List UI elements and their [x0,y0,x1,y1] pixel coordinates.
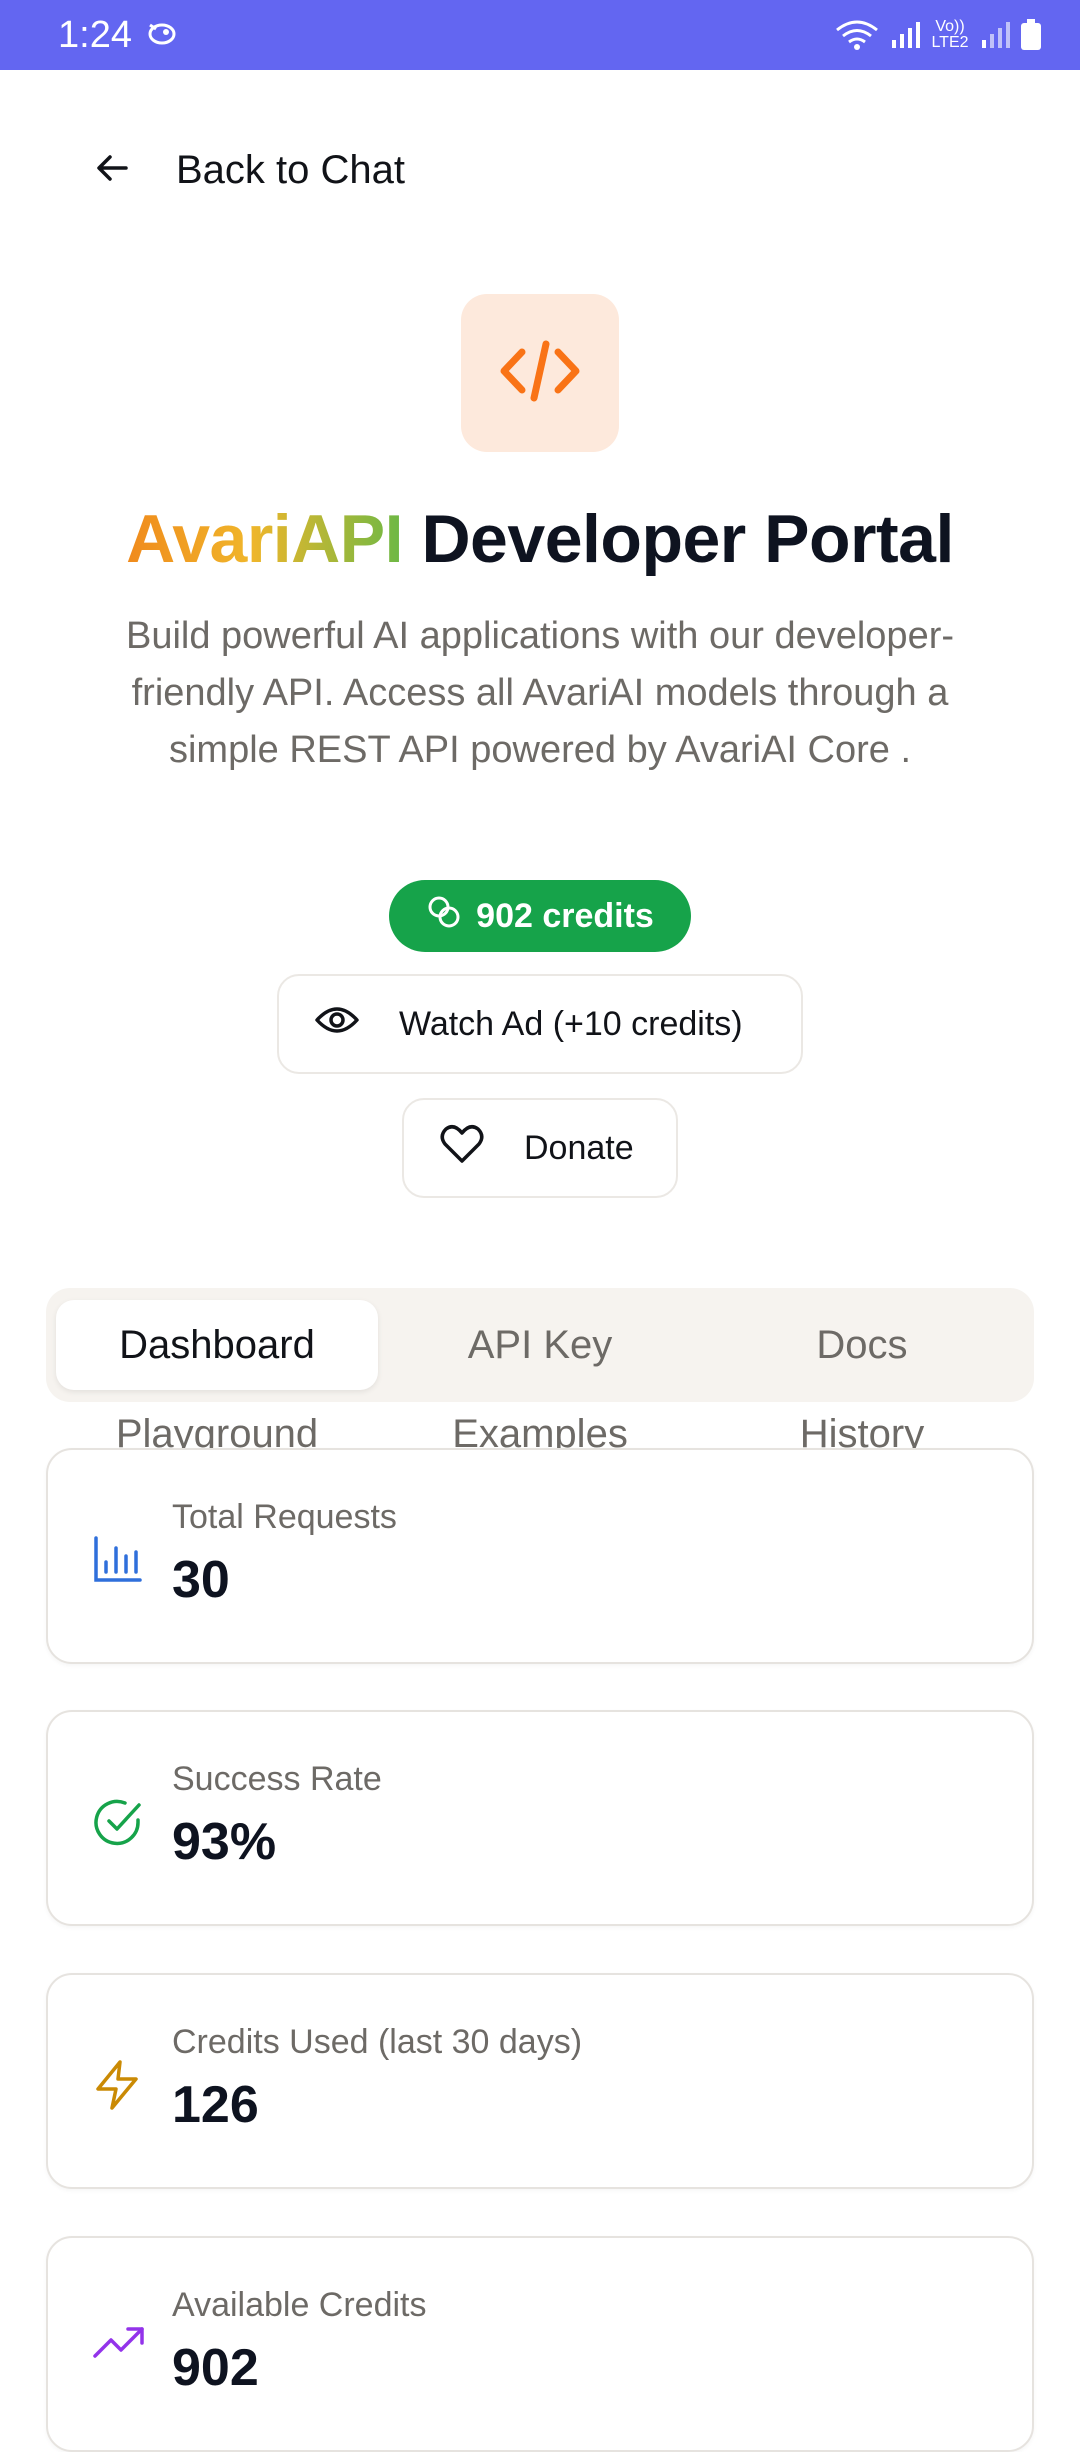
page-subtitle: Build powerful AI applications with our … [125,615,955,771]
coins-icon [426,894,462,939]
stat-card-success-rate: Success Rate 93% [46,1710,1034,1926]
lightning-icon [92,2059,142,2116]
stat-value: 93% [172,1813,277,1871]
credits-badge: 902 credits [389,880,691,952]
portal-tabs-row-2: Playground Examples History [46,1404,1034,1448]
stat-card-available-credits: Available Credits 902 [46,2236,1034,2452]
stat-label: Total Requests [172,1498,397,1536]
stat-value: 902 [172,2339,259,2397]
back-to-chat-button[interactable]: Back to Chat [92,140,405,200]
tab-playground[interactable]: Playground [56,1404,378,1448]
watch-ad-button[interactable]: Watch Ad (+10 credits) [277,974,803,1074]
stat-label: Credits Used (last 30 days) [172,2023,583,2061]
status-time: 1:24 [58,13,132,56]
signal-2-icon [980,20,1010,50]
trending-up-icon [92,2322,146,2367]
lte-label: Vo)) LTE2 [931,18,969,51]
notification-icon [144,14,180,57]
page-title: AvariAPI Developer Portal [0,500,1080,578]
stat-card-credits-used: Credits Used (last 30 days) 126 [46,1973,1034,2189]
portal-tabs: Dashboard API Key Docs [46,1288,1034,1402]
stat-value: 30 [172,1551,230,1609]
bar-chart-icon [92,1534,142,1589]
status-right: Vo)) LTE2 [834,18,1042,52]
signal-icon [890,20,920,50]
watch-ad-label: Watch Ad (+10 credits) [399,1004,743,1043]
stat-label: Available Credits [172,2286,427,2324]
code-icon [496,336,584,411]
status-left: 1:24 [58,14,180,57]
code-logo [461,294,619,452]
check-circle-icon [92,1796,144,1853]
wifi-icon [834,18,880,52]
tab-examples[interactable]: Examples [379,1404,701,1448]
eye-icon [315,1004,359,1045]
tab-api-key[interactable]: API Key [379,1300,701,1390]
battery-icon [1020,19,1042,51]
heart-icon [440,1124,484,1173]
stat-label: Success Rate [172,1760,382,1798]
credits-label: 902 credits [476,896,654,935]
tab-docs[interactable]: Docs [701,1300,1023,1390]
stat-card-total-requests: Total Requests 30 [46,1448,1034,1664]
arrow-left-icon [92,148,132,193]
stat-value: 126 [172,2076,259,2134]
tab-history[interactable]: History [701,1404,1023,1448]
donate-label: Donate [524,1128,634,1167]
title-rest: Developer Portal [421,501,954,577]
tab-dashboard[interactable]: Dashboard [56,1300,378,1390]
donate-button[interactable]: Donate [402,1098,678,1198]
back-label: Back to Chat [176,147,406,192]
title-brand: AvariAPI [126,501,404,577]
status-bar: 1:24 Vo)) LTE2 [0,0,1080,70]
